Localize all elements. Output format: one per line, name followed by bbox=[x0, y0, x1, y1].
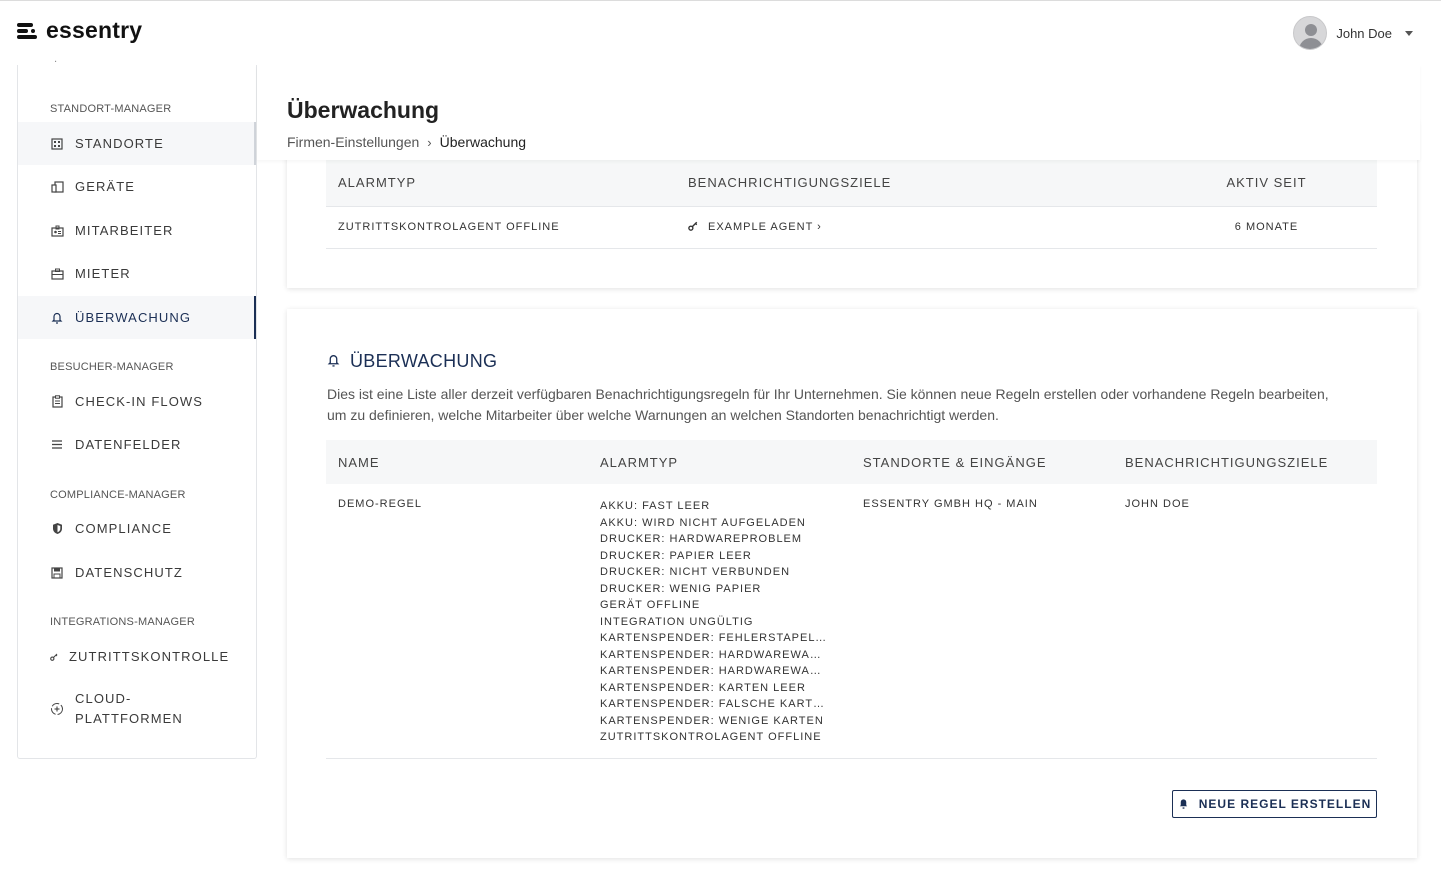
column-header-standorte: STANDORTE & EINGÄNGE bbox=[863, 454, 1047, 470]
app-header: essentry John Doe bbox=[0, 1, 1441, 65]
clipboard-icon bbox=[50, 395, 64, 409]
alarm-type-item: KARTENSPENDER: HARDWAREWART... bbox=[600, 648, 828, 661]
alarm-type-item: ZUTRITTSKONTROLAGENT OFFLINE bbox=[600, 731, 822, 743]
breadcrumb-item-firmen-einstellungen[interactable]: Firmen-Einstellungen bbox=[287, 134, 419, 150]
sidebar-item-label: DATENSCHUTZ bbox=[75, 565, 183, 580]
bell-icon bbox=[50, 311, 64, 325]
column-header-aktiv-seit: AKTIV SEIT bbox=[1226, 175, 1307, 191]
rule-alarm-types-cell: AKKU: FAST LEER AKKU: WIRD NICHT AUFGELA… bbox=[588, 484, 851, 759]
alarm-type-item: KARTENSPENDER: FEHLERSTAPEL V... bbox=[600, 632, 828, 644]
alarm-type-item: INTEGRATION UNGÜLTIG bbox=[600, 615, 754, 628]
badge-icon bbox=[50, 224, 64, 238]
sidebar-item-label: CHECK-IN FLOWS bbox=[75, 394, 204, 409]
shield-icon bbox=[50, 522, 64, 536]
sidebar-item-label: STANDORTE bbox=[75, 136, 164, 151]
section-title-integrations: INTEGRATIONS-MANAGER bbox=[50, 616, 195, 628]
column-header-benachrichtigungsziele: BENACHRICHTIGUNGSZIELE bbox=[1125, 454, 1329, 470]
sidebar-item-label: DATENFELDER bbox=[75, 437, 182, 452]
column-header-alarmtyp: ALARMTYP bbox=[338, 175, 417, 191]
page-header: Überwachung Firmen-Einstellungen › Überw… bbox=[257, 65, 1420, 160]
scrolled-item-fragment: ‧ bbox=[54, 57, 58, 68]
key-icon bbox=[688, 221, 698, 234]
sidebar-item-ueberwachung[interactable]: ÜBERWACHUNG bbox=[18, 296, 256, 339]
alarm-type-item: DRUCKER: WENIG PAPIER bbox=[600, 582, 762, 595]
bell-plus-icon bbox=[1178, 797, 1189, 812]
rules-card-title-text: ÜBERWACHUNG bbox=[350, 351, 498, 371]
alarm-type-item: DRUCKER: PAPIER LEER bbox=[600, 549, 752, 562]
alarm-type-cell: ZUTRITTSKONTROLAGENT OFFLINE bbox=[326, 205, 676, 249]
sidebar-item-label: ZUTRITTSKONTROLLE bbox=[69, 649, 230, 664]
alarm-type-item: DRUCKER: HARDWAREPROBLEM bbox=[600, 533, 803, 545]
table-header-row: NAME ALARMTYP STANDORTE & EINGÄNGE BENAC… bbox=[326, 440, 1377, 484]
sidebar-item-label: GERÄTE bbox=[75, 179, 136, 194]
chevron-right-icon: › bbox=[427, 134, 432, 150]
sidebar-item-label: ÜBERWACHUNG bbox=[75, 310, 192, 325]
briefcase-icon bbox=[50, 267, 64, 281]
column-header-name: NAME bbox=[338, 454, 380, 470]
section-title-compliance: COMPLIANCE-MANAGER bbox=[50, 489, 186, 501]
sidebar-item-datenschutz[interactable]: DATENSCHUTZ bbox=[18, 551, 256, 594]
cloud-plus-icon bbox=[50, 702, 64, 716]
sidebar-item-cloud-plattformen[interactable]: CLOUD- PLATTFORMEN bbox=[18, 684, 256, 734]
alarm-type-item: AKKU: FAST LEER bbox=[600, 500, 711, 512]
building-icon bbox=[50, 137, 64, 151]
active-alarms-table: ALARMTYP BENACHRICHTIGUNGSZIELE AKTIV SE… bbox=[326, 160, 1377, 249]
agent-link[interactable]: EXAMPLE AGENT › bbox=[688, 221, 1144, 234]
rule-targets-cell: JOHN DOE bbox=[1113, 484, 1377, 759]
rules-table: NAME ALARMTYP STANDORTE & EINGÄNGE BENAC… bbox=[326, 440, 1377, 759]
sidebar-item-check-in-flows[interactable]: CHECK-IN FLOWS bbox=[18, 380, 256, 423]
user-name: John Doe bbox=[1336, 25, 1392, 41]
table-row[interactable]: DEMO-REGEL AKKU: FAST LEER AKKU: WIRD NI… bbox=[326, 484, 1377, 759]
section-title-standort: STANDORT-MANAGER bbox=[50, 103, 172, 115]
alarm-type-item: DRUCKER: NICHT VERBUNDEN bbox=[600, 566, 791, 578]
sidebar-item-mitarbeiter[interactable]: MITARBEITER bbox=[18, 209, 256, 252]
column-header-alarmtyp: ALARMTYP bbox=[600, 454, 679, 470]
breadcrumb: Firmen-Einstellungen › Überwachung bbox=[287, 134, 526, 150]
breadcrumb-item-current: Überwachung bbox=[439, 134, 527, 150]
target-cell: EXAMPLE AGENT › bbox=[676, 205, 1156, 249]
logo-text: essentry bbox=[46, 17, 143, 43]
alarm-type-item: KARTENSPENDER: WENIGE KARTEN bbox=[600, 714, 824, 727]
avatar bbox=[1293, 16, 1328, 50]
sidebar-item-label: MIETER bbox=[75, 266, 131, 281]
rule-locations-cell: ESSENTRY GMBH HQ - MAIN bbox=[851, 484, 1113, 759]
alarm-type-item: KARTENSPENDER: HARDWAREWART... bbox=[600, 665, 828, 677]
sidebar-item-label: COMPLIANCE bbox=[75, 521, 172, 536]
rule-name-cell: DEMO-REGEL bbox=[326, 484, 588, 759]
alarm-type-item: KARTENSPENDER: FALSCHE KARTEN... bbox=[600, 698, 828, 710]
page-title: Überwachung bbox=[287, 97, 440, 123]
list-icon bbox=[50, 438, 64, 452]
rules-card-title: ÜBERWACHUNG bbox=[327, 351, 497, 372]
section-title-besucher: BESUCHER-MANAGER bbox=[50, 361, 174, 373]
rules-card: ÜBERWACHUNG Dies ist eine Liste aller de… bbox=[287, 309, 1417, 858]
column-header-benachrichtigungsziele: BENACHRICHTIGUNGSZIELE bbox=[688, 175, 892, 191]
alarm-type-item: GERÄT OFFLINE bbox=[600, 599, 701, 611]
new-rule-button[interactable]: NEUE REGEL ERSTELLEN bbox=[1172, 790, 1377, 818]
table-header-row: ALARMTYP BENACHRICHTIGUNGSZIELE AKTIV SE… bbox=[326, 160, 1377, 206]
bell-icon bbox=[327, 351, 340, 372]
chevron-down-icon bbox=[1405, 30, 1413, 36]
sidebar: ‧ STANDORT-MANAGER STANDORTE GERÄTE MITA… bbox=[17, 57, 257, 759]
new-rule-button-label: NEUE REGEL ERSTELLEN bbox=[1198, 797, 1372, 811]
sidebar-item-label: CLOUD- PLATTFORMEN bbox=[75, 691, 183, 726]
logo-icon bbox=[17, 19, 41, 43]
sidebar-item-compliance[interactable]: COMPLIANCE bbox=[18, 507, 256, 550]
devices-icon bbox=[50, 180, 64, 194]
sidebar-item-geraete[interactable]: GERÄTE bbox=[18, 165, 256, 208]
sidebar-item-label: MITARBEITER bbox=[75, 223, 174, 238]
sidebar-item-zutrittskontrolle[interactable]: ZUTRITTSKONTROLLE bbox=[18, 635, 256, 678]
logo[interactable]: essentry bbox=[17, 17, 142, 44]
alarm-type-item: KARTENSPENDER: KARTEN LEER bbox=[600, 681, 806, 694]
key-icon bbox=[50, 650, 58, 664]
sidebar-item-standorte[interactable]: STANDORTE bbox=[18, 122, 256, 165]
sidebar-item-mieter[interactable]: MIETER bbox=[18, 252, 256, 295]
agent-name: EXAMPLE AGENT › bbox=[708, 221, 822, 233]
alarm-type-item: AKKU: WIRD NICHT AUFGELADEN bbox=[600, 516, 806, 529]
table-row[interactable]: ZUTRITTSKONTROLAGENT OFFLINE EXAMPLE AGE… bbox=[326, 205, 1377, 249]
sidebar-item-datenfelder[interactable]: DATENFELDER bbox=[18, 423, 256, 466]
rules-card-description: Dies ist eine Liste aller derzeit verfüg… bbox=[327, 386, 1329, 423]
user-menu[interactable]: John Doe bbox=[1293, 16, 1413, 50]
save-icon bbox=[50, 566, 64, 580]
active-since-cell: 6 MONATE bbox=[1156, 205, 1377, 249]
